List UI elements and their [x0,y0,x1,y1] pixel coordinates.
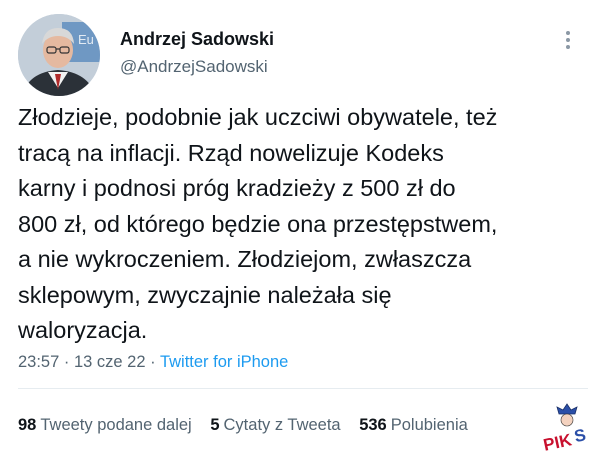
retweets-count: 98 [18,416,37,434]
quote-tweets-stat[interactable]: 5 Cytaty z Tweeta [210,414,340,436]
tweet-stats: 98 Tweety podane dalej 5 Cytaty z Tweeta 5… [18,414,482,436]
tweet-date[interactable]: 13 cze 22 [74,353,146,371]
tweet-source-link[interactable]: Twitter for iPhone [160,353,288,371]
likes-count: 536 [359,416,387,434]
likes-stat[interactable]: 536 Polubienia [359,414,468,436]
tweet-meta: 23:57 · 13 cze 22 · Twitter for iPhone [18,351,288,373]
tweet-text: Złodzieje, podobnie jak uczciwi obywatel… [18,104,498,343]
meta-separator: · [63,353,70,371]
avatar[interactable]: Eu [18,14,100,96]
pikus-logo: PIK S [537,400,597,456]
author-names: Andrzej Sadowski @AndrzejSadowski [120,28,274,78]
author-display-name[interactable]: Andrzej Sadowski [120,28,274,50]
meta-separator: · [150,353,156,371]
svg-text:Eu: Eu [78,32,94,47]
svg-text:PIK: PIK [542,430,574,455]
author-handle[interactable]: @AndrzejSadowski [120,56,274,78]
tweet-time[interactable]: 23:57 [18,353,59,371]
retweets-stat[interactable]: 98 Tweety podane dalej [18,414,192,436]
divider [18,388,588,389]
retweets-label: Tweety podane dalej [40,416,192,434]
tweet-header: Eu Andrzej Sadowski @AndrzejSadowski [18,14,588,98]
more-options-icon[interactable] [558,28,578,52]
quote-tweets-count: 5 [210,416,220,434]
likes-label: Polubienia [390,416,468,434]
svg-text:S: S [573,425,588,446]
quote-tweets-label: Cytaty z Tweeta [223,416,341,434]
